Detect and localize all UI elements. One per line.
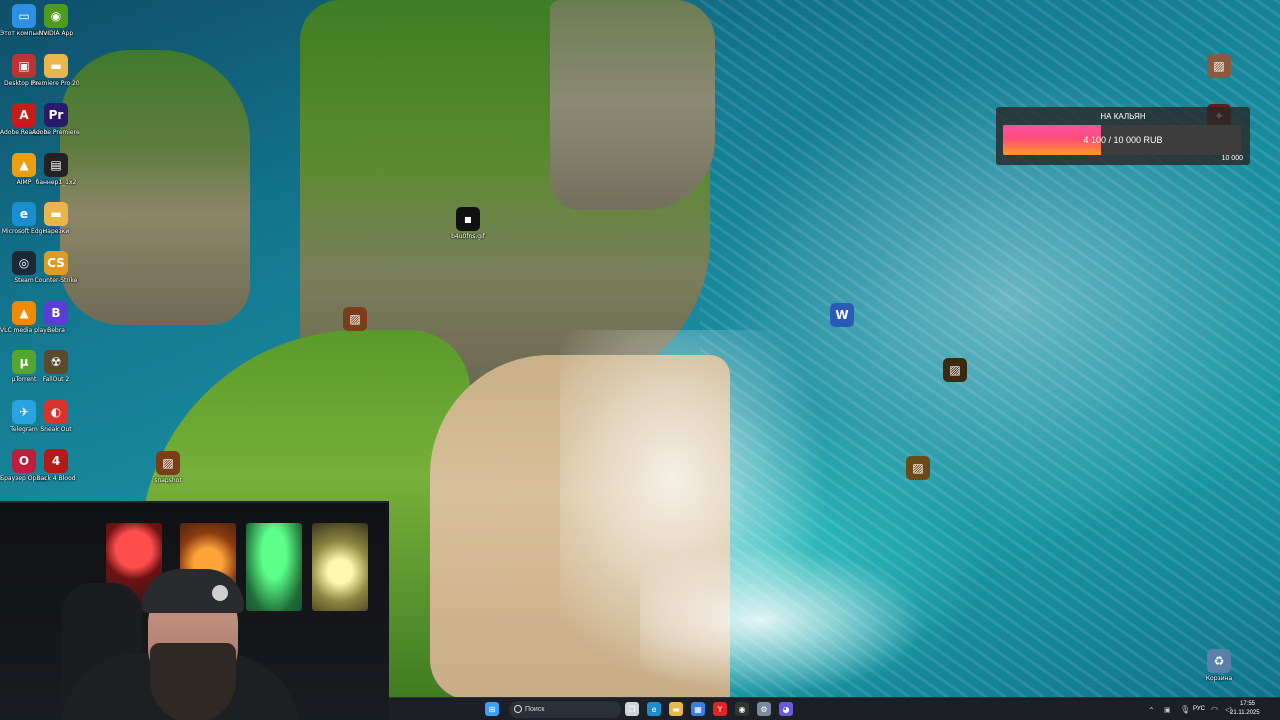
desktop-icon-label: b4u0fns.gif	[451, 233, 485, 240]
desktop-icon-sneak-out[interactable]: ◐ Sneak Out	[32, 400, 80, 433]
sneak-out-icon: ◐	[44, 400, 68, 424]
fallout2-icon: ☢	[44, 350, 68, 374]
neon-sign-yellow	[312, 523, 368, 611]
banner-icon: ▤	[44, 153, 68, 177]
desktop-icon-word-file[interactable]: W	[818, 303, 866, 327]
taskbar-obs-icon[interactable]: ◉	[735, 702, 749, 716]
desktop-icon-label: snapshot	[154, 477, 182, 484]
tray-wifi-icon[interactable]: ◠	[1211, 705, 1218, 714]
desktop-icon-label: Sneak Out	[40, 426, 72, 433]
tray-chevron-icon[interactable]: ⌃	[1148, 706, 1155, 715]
bebra-icon: B	[44, 301, 68, 325]
desktop-icon-recycle-bin[interactable]: ♻ Корзина	[1195, 649, 1243, 682]
desktop-icon-label: Корзина	[1205, 675, 1233, 682]
tray-language[interactable]: РУС	[1193, 706, 1205, 712]
taskbar-store-icon[interactable]: ▦	[691, 702, 705, 716]
search-placeholder: Поиск	[525, 706, 545, 713]
donation-progress-text: 4 100 / 10 000 RUB	[1083, 135, 1163, 145]
desktop-icon-label: Bebra	[47, 327, 65, 334]
desktop-icon-label: NVIDIA App	[38, 30, 74, 37]
adobe-premiere-icon: Pr	[44, 103, 68, 127]
desktop-icon-fallout2[interactable]: ☢ FallOut 2	[32, 350, 80, 383]
left-cliff	[60, 50, 250, 325]
desktop-icon-image-file-1[interactable]: ▨ snapshot	[144, 451, 192, 484]
search-icon	[514, 705, 522, 713]
tray-mic-icon[interactable]: 🎙	[1180, 705, 1190, 714]
desktop-icon-profile-photo[interactable]: ▨	[1195, 54, 1243, 78]
image-file-1-icon: ▨	[156, 451, 180, 475]
tray-date[interactable]: 21.11.2025	[1230, 710, 1260, 716]
taskbar-search[interactable]: Поиск	[509, 701, 621, 718]
surf-foam-lower	[640, 540, 940, 700]
streamer-cap	[142, 569, 244, 613]
desktop-icon-counter-strike[interactable]: CS Counter-Strike	[32, 251, 80, 284]
tray-network-icon[interactable]: ▣	[1164, 706, 1171, 714]
desktop-icon-back4blood[interactable]: 4 Back 4 Blood	[32, 449, 80, 482]
desktop-icon-nvidia[interactable]: ◉ NVIDIA App	[32, 4, 80, 37]
tray-time[interactable]: 17:55	[1240, 701, 1255, 707]
neon-sign-green	[246, 523, 302, 611]
taskbar: ⊞⛵❐e▬▦Y◉⚙◕ Поиск ⌃ ▣ 🎙 РУС ◠ ◁ 17:55 21.…	[389, 697, 1280, 720]
desktop-icon-gif-file[interactable]: ▪ b4u0fns.gif	[444, 207, 492, 240]
image-file-3-icon: ▨	[943, 358, 967, 382]
gif-file-icon: ▪	[456, 207, 480, 231]
taskbar-explorer-icon[interactable]: ▬	[669, 702, 683, 716]
desktop-icon-image-file-4[interactable]: ▨	[894, 456, 942, 480]
cliff-face	[550, 0, 715, 210]
desktop-icon-bebra[interactable]: B Bebra	[32, 301, 80, 334]
nvidia-icon: ◉	[44, 4, 68, 28]
taskbar-edge-icon[interactable]: e	[647, 702, 661, 716]
desktop-icon-label: Нарезки	[42, 228, 70, 235]
taskbar-start-icon[interactable]: ⊞	[485, 702, 499, 716]
cap-logo-icon	[212, 585, 228, 601]
desktop-icon-label: FallOut 2	[42, 376, 70, 383]
taskbar-discord-icon[interactable]: ◕	[779, 702, 793, 716]
ocean-waves	[700, 0, 1280, 700]
desktop-icon-cuts[interactable]: ▬ Нарезки	[32, 202, 80, 235]
image-file-2-icon: ▨	[343, 307, 367, 331]
desktop-icon-banner[interactable]: ▤ баннер1_1x2	[32, 153, 80, 186]
donation-title: НА КАЛЬЯН	[1100, 112, 1146, 121]
desktop-icon-image-file-2[interactable]: ▨	[331, 307, 379, 331]
taskbar-task-view-icon[interactable]: ❐	[625, 702, 639, 716]
desktop-icon-label: баннер1_1x2	[35, 179, 77, 186]
profile-photo-icon: ▨	[1207, 54, 1231, 78]
desktop-icon-premiere-folder[interactable]: ▬ Premiere Pro 2024 [24.2....	[32, 54, 80, 87]
donation-goal-label: 10 000	[1221, 155, 1243, 162]
main-cliff	[300, 0, 710, 390]
back4blood-icon: 4	[44, 449, 68, 473]
sand-beach	[430, 355, 730, 700]
desktop-icon-label: Premiere Pro 2024 [24.2....	[32, 80, 80, 87]
desktop-icon-label: Adobe Premiere P...	[32, 129, 80, 136]
premiere-folder-icon: ▬	[44, 54, 68, 78]
webcam-overlay	[0, 501, 389, 720]
counter-strike-icon: CS	[44, 251, 68, 275]
donation-goal-widget: НА КАЛЬЯН 4 100 / 10 000 RUB 10 000	[996, 107, 1250, 165]
cuts-icon: ▬	[44, 202, 68, 226]
desktop-icon-adobe-premiere[interactable]: Pr Adobe Premiere P...	[32, 103, 80, 136]
streamer-beard	[150, 643, 236, 720]
desktop-icon-label: Back 4 Blood	[36, 475, 76, 482]
taskbar-settings-icon[interactable]: ⚙	[757, 702, 771, 716]
word-file-icon: W	[830, 303, 854, 327]
surf-foam	[560, 330, 840, 700]
desktop-icon-label: Counter-Strike	[34, 277, 78, 284]
image-file-4-icon: ▨	[906, 456, 930, 480]
recycle-bin-icon: ♻	[1207, 649, 1231, 673]
desktop-icon-image-file-3[interactable]: ▨	[931, 358, 979, 382]
taskbar-yandex-icon[interactable]: Y	[713, 702, 727, 716]
